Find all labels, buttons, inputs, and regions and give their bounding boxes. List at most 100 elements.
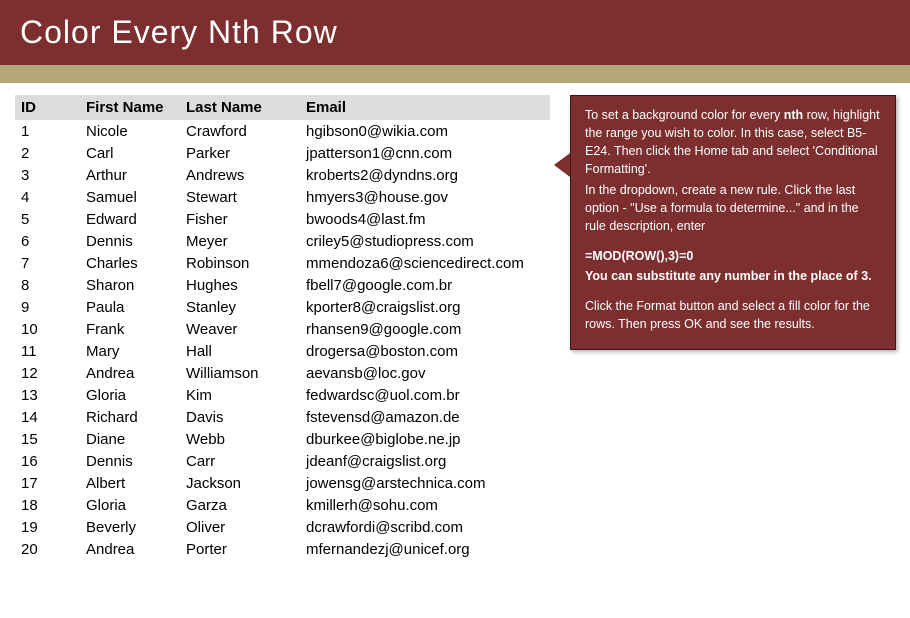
table-row: 17AlbertJacksonjowensg@arstechnica.com (15, 472, 550, 494)
cell-first-name: Edward (80, 208, 180, 230)
table-row: 1NicoleCrawfordhgibson0@wikia.com (15, 120, 550, 142)
cell-id: 18 (15, 494, 80, 516)
table-row: 12AndreaWilliamsonaevansb@loc.gov (15, 362, 550, 384)
cell-email: kporter8@craigslist.org (300, 296, 550, 318)
callout-substitute-note: You can substitute any number in the pla… (585, 267, 881, 285)
cell-last-name: Carr (180, 450, 300, 472)
cell-id: 1 (15, 120, 80, 142)
table-row: 18GloriaGarzakmillerh@sohu.com (15, 494, 550, 516)
cell-first-name: Gloria (80, 494, 180, 516)
cell-id: 17 (15, 472, 80, 494)
cell-email: kmillerh@sohu.com (300, 494, 550, 516)
cell-id: 10 (15, 318, 80, 340)
cell-id: 14 (15, 406, 80, 428)
cell-last-name: Robinson (180, 252, 300, 274)
cell-email: mfernandezj@unicef.org (300, 538, 550, 560)
callout-wrapper: To set a background color for every nth … (570, 95, 896, 560)
cell-email: kroberts2@dyndns.org (300, 164, 550, 186)
table-row: 6DennisMeyercriley5@studiopress.com (15, 230, 550, 252)
table-row: 15DianeWebbdburkee@biglobe.ne.jp (15, 428, 550, 450)
table-row: 13GloriaKimfedwardsc@uol.com.br (15, 384, 550, 406)
cell-email: rhansen9@google.com (300, 318, 550, 340)
cell-last-name: Stewart (180, 186, 300, 208)
cell-id: 19 (15, 516, 80, 538)
cell-email: fedwardsc@uol.com.br (300, 384, 550, 406)
cell-email: hgibson0@wikia.com (300, 120, 550, 142)
cell-email: jpatterson1@cnn.com (300, 142, 550, 164)
table-row: 10FrankWeaverrhansen9@google.com (15, 318, 550, 340)
table-row: 2CarlParkerjpatterson1@cnn.com (15, 142, 550, 164)
cell-first-name: Albert (80, 472, 180, 494)
cell-email: jdeanf@craigslist.org (300, 450, 550, 472)
cell-email: hmyers3@house.gov (300, 186, 550, 208)
cell-id: 13 (15, 384, 80, 406)
cell-email: fstevensd@amazon.de (300, 406, 550, 428)
cell-email: jowensg@arstechnica.com (300, 472, 550, 494)
table-row: 16DennisCarrjdeanf@craigslist.org (15, 450, 550, 472)
cell-first-name: Arthur (80, 164, 180, 186)
table-row: 19BeverlyOliverdcrawfordi@scribd.com (15, 516, 550, 538)
cell-first-name: Charles (80, 252, 180, 274)
table-row: 20AndreaPortermfernandezj@unicef.org (15, 538, 550, 560)
cell-id: 7 (15, 252, 80, 274)
cell-id: 16 (15, 450, 80, 472)
cell-last-name: Parker (180, 142, 300, 164)
cell-email: bwoods4@last.fm (300, 208, 550, 230)
callout-pointer-icon (554, 153, 570, 177)
cell-id: 2 (15, 142, 80, 164)
cell-id: 3 (15, 164, 80, 186)
cell-email: aevansb@loc.gov (300, 362, 550, 384)
cell-id: 4 (15, 186, 80, 208)
table-row: 5EdwardFisherbwoods4@last.fm (15, 208, 550, 230)
cell-last-name: Jackson (180, 472, 300, 494)
header-last-name: Last Name (180, 95, 300, 120)
cell-first-name: Nicole (80, 120, 180, 142)
table-row: 7CharlesRobinsonmmendoza6@sciencedirect.… (15, 252, 550, 274)
cell-last-name: Andrews (180, 164, 300, 186)
cell-last-name: Weaver (180, 318, 300, 340)
cell-first-name: Andrea (80, 362, 180, 384)
cell-id: 20 (15, 538, 80, 560)
data-table-container: ID First Name Last Name Email 1NicoleCra… (15, 95, 550, 560)
cell-id: 8 (15, 274, 80, 296)
cell-first-name: Dennis (80, 450, 180, 472)
table-row: 11MaryHalldrogersa@boston.com (15, 340, 550, 362)
cell-email: drogersa@boston.com (300, 340, 550, 362)
cell-last-name: Porter (180, 538, 300, 560)
data-table: ID First Name Last Name Email 1NicoleCra… (15, 95, 550, 560)
accent-bar (0, 65, 910, 83)
cell-id: 15 (15, 428, 80, 450)
cell-first-name: Dennis (80, 230, 180, 252)
cell-first-name: Samuel (80, 186, 180, 208)
callout-bold-nth: nth (784, 108, 803, 122)
cell-first-name: Beverly (80, 516, 180, 538)
callout-text: To set a background color for every (585, 108, 784, 122)
cell-last-name: Meyer (180, 230, 300, 252)
cell-email: criley5@studiopress.com (300, 230, 550, 252)
cell-id: 9 (15, 296, 80, 318)
cell-id: 5 (15, 208, 80, 230)
page-title: Color Every Nth Row (0, 0, 910, 65)
table-row: 8SharonHughesfbell7@google.com.br (15, 274, 550, 296)
callout-paragraph-2: In the dropdown, create a new rule. Clic… (585, 181, 881, 235)
cell-last-name: Oliver (180, 516, 300, 538)
cell-last-name: Stanley (180, 296, 300, 318)
table-row: 3ArthurAndrewskroberts2@dyndns.org (15, 164, 550, 186)
cell-first-name: Diane (80, 428, 180, 450)
table-row: 9PaulaStanleykporter8@craigslist.org (15, 296, 550, 318)
cell-last-name: Fisher (180, 208, 300, 230)
cell-last-name: Williamson (180, 362, 300, 384)
callout-paragraph-1: To set a background color for every nth … (585, 106, 881, 179)
cell-first-name: Gloria (80, 384, 180, 406)
cell-first-name: Sharon (80, 274, 180, 296)
header-id: ID (15, 95, 80, 120)
cell-first-name: Paula (80, 296, 180, 318)
table-row: 14RichardDavisfstevensd@amazon.de (15, 406, 550, 428)
header-first-name: First Name (80, 95, 180, 120)
cell-email: mmendoza6@sciencedirect.com (300, 252, 550, 274)
cell-first-name: Mary (80, 340, 180, 362)
callout-paragraph-4: Click the Format button and select a fil… (585, 297, 881, 333)
table-header-row: ID First Name Last Name Email (15, 95, 550, 120)
callout-formula: =MOD(ROW(),3)=0 (585, 247, 881, 265)
cell-email: dburkee@biglobe.ne.jp (300, 428, 550, 450)
